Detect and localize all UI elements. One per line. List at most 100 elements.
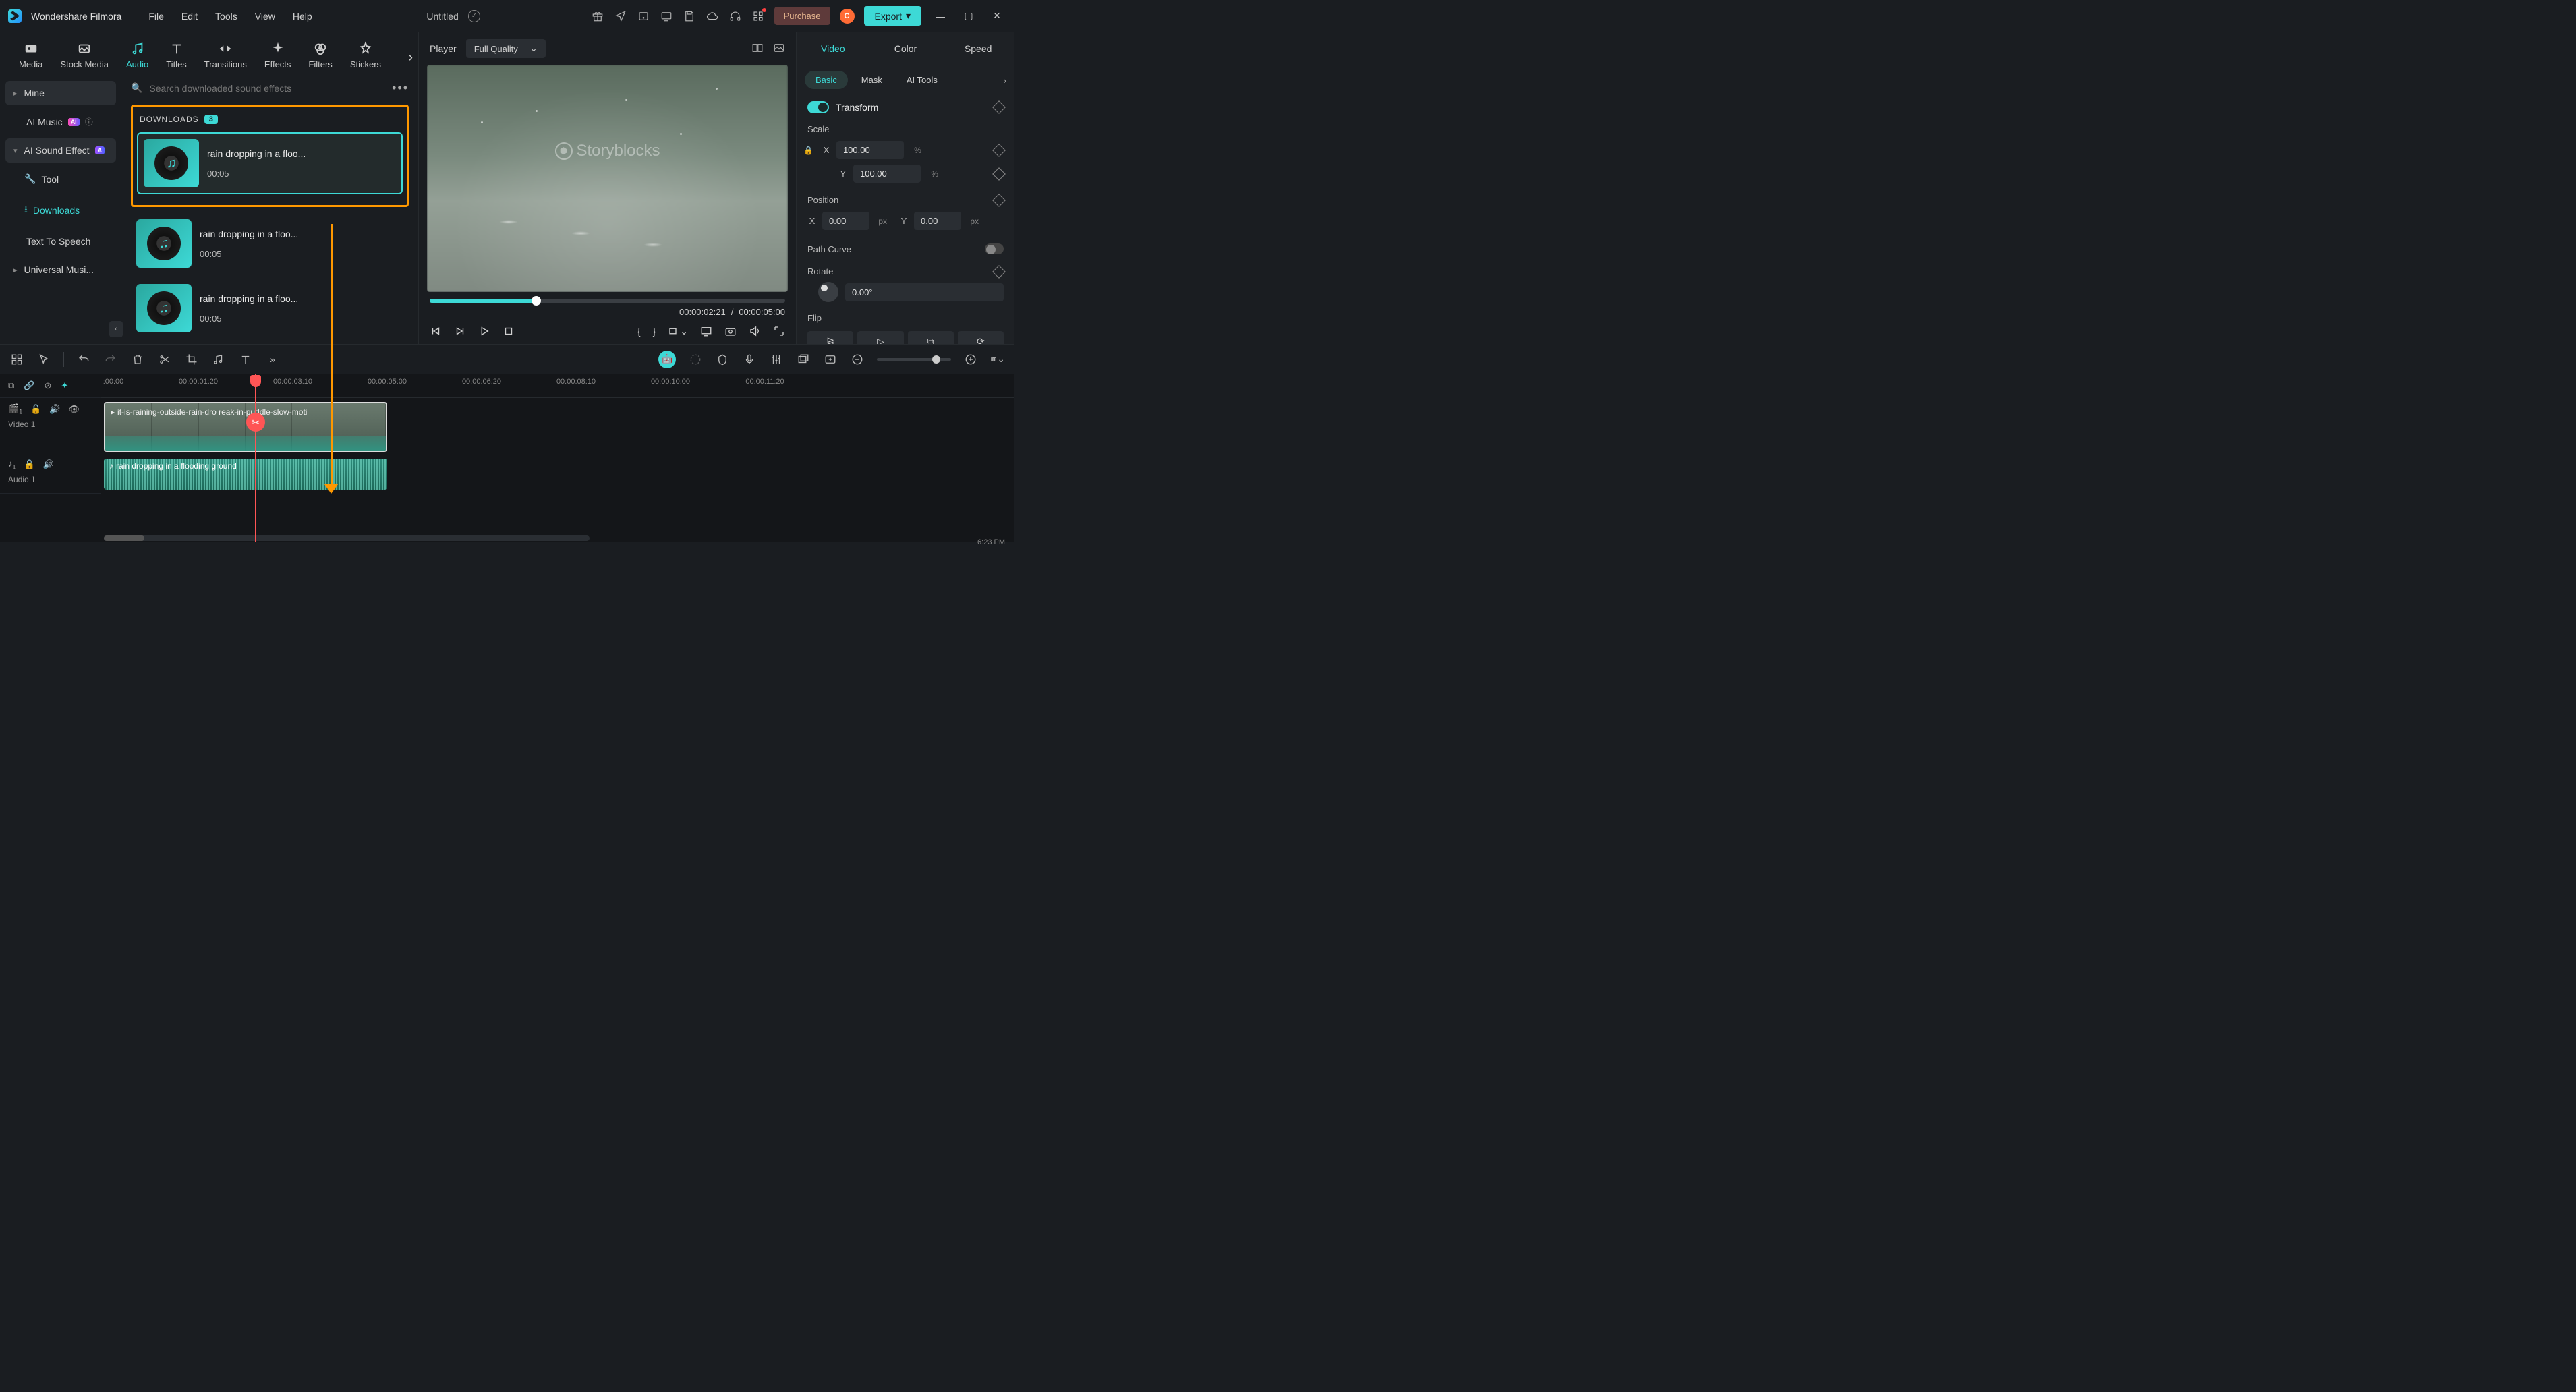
maximize-button[interactable]: ▢ bbox=[959, 7, 978, 26]
menu-file[interactable]: File bbox=[144, 8, 168, 24]
volume-button[interactable] bbox=[749, 325, 761, 337]
render-button[interactable] bbox=[688, 352, 703, 367]
picture-mode-icon[interactable] bbox=[773, 42, 785, 56]
subtabs-scroll-right[interactable]: › bbox=[1003, 75, 1006, 86]
compare-view-icon[interactable] bbox=[751, 42, 764, 56]
track-lock-all-icon[interactable]: ⧉ bbox=[8, 380, 14, 391]
marker-button[interactable] bbox=[715, 352, 730, 367]
play-button[interactable] bbox=[478, 325, 490, 337]
lock-icon[interactable]: 🔓 bbox=[24, 459, 35, 470]
menu-tools[interactable]: Tools bbox=[211, 8, 241, 24]
keyframe-diamond-icon[interactable] bbox=[992, 167, 1006, 181]
zoom-in-button[interactable] bbox=[963, 352, 978, 367]
minimize-button[interactable]: — bbox=[931, 7, 950, 26]
layout-button[interactable] bbox=[9, 352, 24, 367]
keyframe-diamond-icon[interactable] bbox=[992, 194, 1006, 207]
preview-scrubber[interactable] bbox=[430, 299, 785, 303]
apps-icon[interactable] bbox=[751, 9, 765, 23]
gift-icon[interactable] bbox=[591, 9, 604, 23]
playhead[interactable] bbox=[255, 374, 256, 542]
tab-video[interactable]: Video bbox=[797, 40, 869, 57]
ratio-dropdown[interactable]: ⌄ bbox=[668, 325, 688, 337]
scrubber-handle[interactable] bbox=[532, 296, 541, 306]
track-link-icon[interactable]: 🔗 bbox=[24, 380, 34, 391]
track-magnet-icon[interactable]: ✦ bbox=[61, 380, 68, 391]
split-button[interactable] bbox=[157, 352, 172, 367]
delete-button[interactable] bbox=[130, 352, 145, 367]
keyframe-diamond-icon[interactable] bbox=[992, 100, 1006, 114]
sidebar-item-universal-music[interactable]: ▸Universal Musi... bbox=[5, 258, 116, 282]
keyframe-diamond-icon[interactable] bbox=[992, 144, 1006, 157]
redo-button[interactable] bbox=[103, 352, 118, 367]
subtab-mask[interactable]: Mask bbox=[851, 71, 893, 89]
flip-horizontal-button[interactable]: ⧎ bbox=[807, 331, 853, 344]
tabs-scroll-right[interactable]: › bbox=[408, 50, 413, 65]
add-media-button[interactable] bbox=[823, 352, 838, 367]
mark-in-button[interactable]: { bbox=[637, 326, 641, 337]
audio-item[interactable]: ♫ rain dropping in a floo... 00:05 bbox=[131, 279, 409, 338]
eye-icon[interactable]: 👁 bbox=[69, 404, 80, 415]
subtab-ai-tools[interactable]: AI Tools bbox=[896, 71, 948, 89]
headphones-icon[interactable] bbox=[728, 9, 742, 23]
pos-x-input[interactable] bbox=[822, 212, 869, 230]
purchase-button[interactable]: Purchase bbox=[774, 7, 830, 25]
tab-audio[interactable]: Audio bbox=[126, 40, 148, 69]
stop-button[interactable] bbox=[503, 325, 515, 337]
crop-button[interactable] bbox=[184, 352, 199, 367]
text-tool[interactable] bbox=[238, 352, 253, 367]
audio-beat-button[interactable] bbox=[211, 352, 226, 367]
tab-effects[interactable]: Effects bbox=[264, 40, 291, 69]
user-avatar[interactable]: C bbox=[840, 9, 855, 24]
tab-stickers[interactable]: Stickers bbox=[350, 40, 381, 69]
timeline-ruler[interactable]: :00:00 00:00:01:20 00:00:03:10 00:00:05:… bbox=[101, 374, 1014, 398]
voiceover-button[interactable] bbox=[742, 352, 757, 367]
zoom-out-button[interactable] bbox=[850, 352, 865, 367]
zoom-fit-button[interactable]: ⌄ bbox=[990, 352, 1005, 367]
display-button[interactable] bbox=[700, 325, 712, 337]
close-button[interactable]: ✕ bbox=[988, 7, 1006, 26]
flip-both-button[interactable]: ⧉ bbox=[908, 331, 954, 344]
speaker-icon[interactable]: 🔊 bbox=[49, 404, 60, 415]
search-input[interactable] bbox=[149, 83, 385, 94]
tab-filters[interactable]: Filters bbox=[308, 40, 332, 69]
scale-y-input[interactable] bbox=[853, 165, 921, 183]
tab-speed[interactable]: Speed bbox=[942, 40, 1014, 57]
more-tools-button[interactable]: » bbox=[265, 352, 280, 367]
sidebar-item-tool[interactable]: 🔧Tool bbox=[5, 167, 116, 192]
mark-out-button[interactable]: } bbox=[653, 326, 656, 337]
next-frame-button[interactable] bbox=[454, 325, 466, 337]
quality-dropdown[interactable]: Full Quality ⌄ bbox=[466, 39, 546, 58]
pos-y-input[interactable] bbox=[914, 212, 961, 230]
tab-titles[interactable]: Titles bbox=[166, 40, 187, 69]
ai-assistant-button[interactable]: 🤖 bbox=[658, 351, 676, 368]
keyframe-diamond-icon[interactable] bbox=[992, 265, 1006, 279]
save-icon[interactable] bbox=[683, 9, 696, 23]
track-mute-all-icon[interactable]: ⊘ bbox=[44, 380, 51, 391]
sidebar-item-ai-sound-effect[interactable]: ▾AI Sound EffectA bbox=[5, 138, 116, 163]
sidebar-item-tts[interactable]: Text To Speech bbox=[5, 229, 116, 254]
export-button[interactable]: Export ▾ bbox=[864, 6, 922, 26]
sidebar-item-mine[interactable]: ▸Mine bbox=[5, 81, 116, 105]
monitor-icon[interactable] bbox=[660, 9, 673, 23]
audio-clip[interactable]: ♪rain dropping in a flooding ground bbox=[104, 459, 387, 490]
lock-icon[interactable]: 🔒 bbox=[803, 146, 813, 155]
video-clip[interactable]: ▸it-is-raining-outside-rain-dro reak-in-… bbox=[104, 402, 387, 452]
subtab-basic[interactable]: Basic bbox=[805, 71, 848, 89]
snapshot-button[interactable] bbox=[724, 325, 737, 337]
zoom-handle[interactable] bbox=[932, 355, 940, 364]
preview-canvas[interactable]: ⬢Storyblocks bbox=[427, 65, 788, 292]
more-options-button[interactable]: ••• bbox=[392, 81, 409, 95]
tab-stock-media[interactable]: Stock Media bbox=[60, 40, 109, 69]
playhead-handle[interactable] bbox=[250, 375, 261, 387]
undo-button[interactable] bbox=[76, 352, 91, 367]
transform-toggle[interactable] bbox=[807, 101, 829, 113]
fullscreen-button[interactable] bbox=[773, 325, 785, 337]
timeline-scrollbar[interactable] bbox=[104, 535, 590, 541]
cloud-icon[interactable] bbox=[706, 9, 719, 23]
cut-indicator-icon[interactable]: ✂ bbox=[246, 413, 265, 432]
send-icon[interactable] bbox=[614, 9, 627, 23]
menu-edit[interactable]: Edit bbox=[177, 8, 202, 24]
sidebar-item-ai-music[interactable]: AI MusicAIⓘ bbox=[5, 109, 116, 134]
tab-media[interactable]: Media bbox=[19, 40, 42, 69]
rotate-knob[interactable] bbox=[818, 282, 838, 302]
